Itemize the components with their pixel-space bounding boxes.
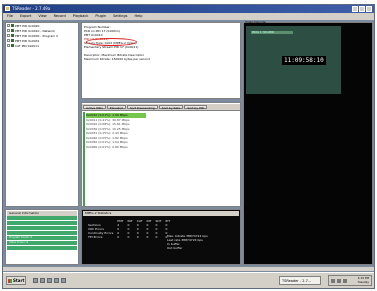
quicklaunch-media-icon[interactable]: [47, 278, 52, 283]
program-icon: [11, 39, 14, 42]
menu-settings[interactable]: Settings: [113, 13, 127, 20]
active-pids-panel: Active PIDs Elevated Sort Descending Sor…: [81, 102, 241, 207]
tray-icon[interactable]: [343, 279, 347, 283]
tab-active-pids[interactable]: Active PIDs: [83, 105, 106, 110]
general-info-row: [7, 246, 77, 250]
video-frame: PROG 1 720x480i 11:09:58:10: [246, 26, 341, 94]
program-icon: [11, 34, 14, 37]
bitrate-readout: Max. bitrate 38874724 bps Last rate 3887…: [167, 234, 208, 250]
start-button[interactable]: Start: [6, 276, 26, 285]
mpeg2-stats-panel: MPEG-2 Statistics PMT PAT CAT NIT SDT EI…: [81, 209, 241, 265]
app-icon: [5, 6, 10, 11]
tray-icon[interactable]: [337, 279, 341, 283]
quicklaunch-browser-icon[interactable]: [33, 278, 38, 283]
window-titlebar: TSReader - 2.7.49a: [3, 5, 374, 13]
program-icon: [11, 29, 14, 32]
general-info-row: [7, 216, 77, 220]
quicklaunch-desktop-icon[interactable]: [40, 278, 45, 283]
quicklaunch-app-icon[interactable]: [61, 278, 66, 283]
general-info-panel: General Information Program Count: 4 Vid…: [5, 209, 79, 265]
maximize-button[interactable]: [359, 6, 365, 12]
video-info-bar: PROG 1 720x480i: [251, 31, 293, 34]
minimize-button[interactable]: [352, 6, 358, 12]
stats-row: TEI Errors 0 0 0 0 0 0: [88, 235, 168, 239]
taskbar-app-button[interactable]: TSReader - 2.7...: [279, 276, 321, 285]
menu-file[interactable]: File: [7, 13, 13, 20]
expand-icon[interactable]: [7, 34, 10, 37]
general-info-row: [7, 226, 77, 230]
program-icon: [11, 24, 14, 27]
video-label: Video Decode: [245, 20, 266, 24]
clock[interactable]: 4:19 PM Tuesday: [358, 276, 369, 284]
tab-sort-descending[interactable]: Sort Descending: [126, 105, 158, 110]
activity-strip: [83, 112, 85, 206]
windows-flag-icon: [8, 279, 12, 283]
taskbar: Start TSReader - 2.7... 4:19 PM Tuesday: [3, 272, 374, 288]
window-title: TSReader - 2.7.49a: [12, 6, 51, 11]
menu-bar: File Export View Record Playback Plugin …: [3, 13, 374, 20]
status-bar: [3, 267, 374, 271]
general-info-row: [7, 231, 77, 235]
desktop: TSReader - 2.7.49a File Export View Reco…: [2, 4, 375, 289]
pid-row[interactable]: 0x0060 (0.01%): 0.89 Mbps: [86, 145, 236, 150]
general-info-row: [7, 221, 77, 225]
tab-sort-by-rate[interactable]: Sort by Rate: [158, 105, 184, 110]
close-button[interactable]: [366, 6, 372, 12]
menu-help[interactable]: Help: [134, 13, 142, 20]
menu-playback[interactable]: Playback: [73, 13, 89, 20]
system-tray: 4:19 PM Tuesday: [328, 275, 372, 286]
tab-elevated[interactable]: Elevated: [106, 105, 126, 110]
stats-title: MPEG-2 Statistics: [83, 211, 239, 216]
program-icon: [11, 44, 14, 47]
video-decode-panel: PROG 1 720x480i 11:09:58:10: [243, 22, 373, 265]
menu-record[interactable]: Record: [54, 13, 66, 20]
annotation-oval: [86, 38, 137, 46]
general-info-row: Video Errors: 0: [7, 241, 77, 245]
quicklaunch-folder-icon[interactable]: [54, 278, 59, 283]
menu-export[interactable]: Export: [20, 13, 31, 20]
expand-icon[interactable]: [7, 39, 10, 42]
expand-icon[interactable]: [7, 24, 10, 27]
menu-plugin[interactable]: Plugin: [95, 13, 106, 20]
pid-tree[interactable]: PMT PID 0x0020 PMT PID 0x0010 - Network …: [5, 22, 79, 207]
expand-icon[interactable]: [7, 44, 10, 47]
info-line: Maximum bitrate: 150000 bytes per second: [84, 57, 150, 61]
menu-view[interactable]: View: [38, 13, 46, 20]
tree-item[interactable]: CAT PID 0x0011: [6, 43, 78, 48]
program-info-panel: Program Number: PCR on PID 17 (0x0011) P…: [81, 22, 241, 99]
tray-icon[interactable]: [331, 279, 335, 283]
tab-sort-by-pid[interactable]: Sort by PID: [184, 105, 208, 110]
stats-table: PMT PAT CAT NIT SDT EIT Sections 4 0 0 0 0 0 C…: [86, 219, 172, 239]
general-info-row: Program Count: 4: [7, 236, 77, 240]
timecode-display: 11:09:58:10: [282, 56, 326, 65]
bitrate-label: Out buffer: [167, 246, 183, 250]
expand-icon[interactable]: [7, 29, 10, 32]
